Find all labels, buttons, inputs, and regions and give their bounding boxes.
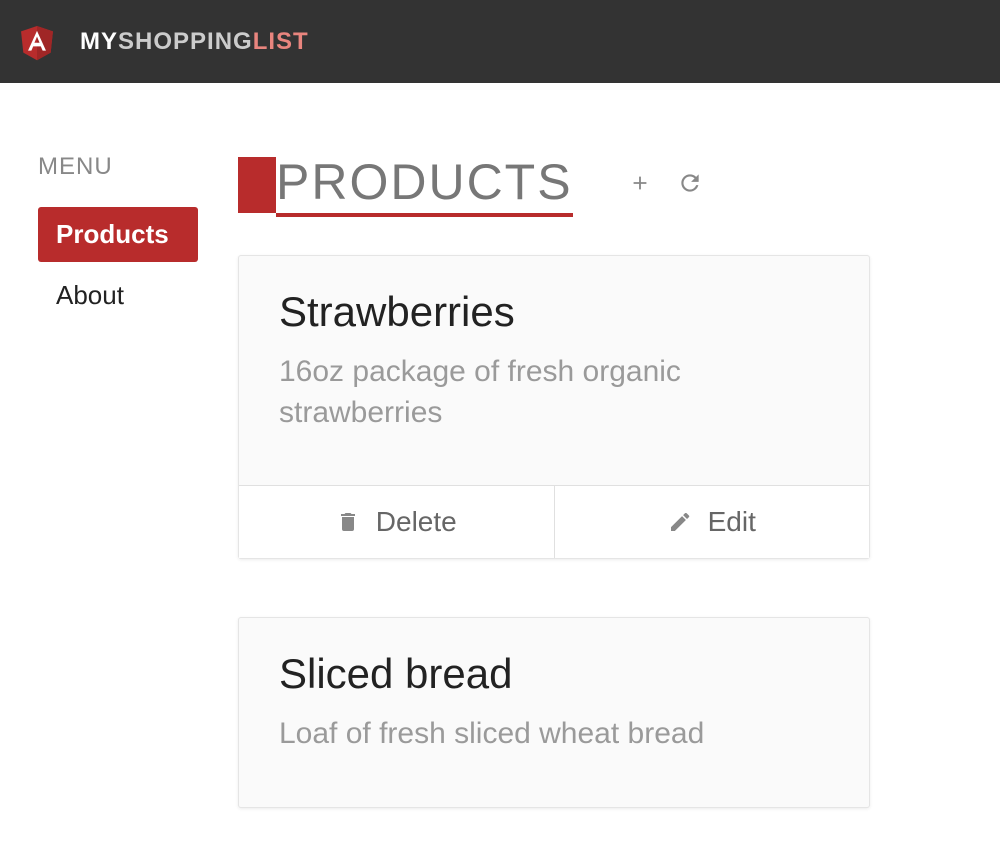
app-header: MYSHOPPINGLIST [0,0,1000,83]
main-content: PRODUCTS Strawberries 16oz packa [238,153,1000,866]
title-accent-bar [238,157,276,213]
app-title: MYSHOPPINGLIST [80,28,309,56]
product-card: Sliced bread Loaf of fresh sliced wheat … [238,617,870,808]
add-product-button[interactable] [629,172,651,199]
refresh-icon [677,170,703,201]
page-header: PRODUCTS [238,153,870,217]
card-body: Sliced bread Loaf of fresh sliced wheat … [239,618,869,807]
trash-icon [336,510,360,534]
sidebar-item-about[interactable]: About [38,268,198,323]
sidebar-item-products[interactable]: Products [38,207,198,262]
delete-label: Delete [376,506,457,538]
delete-button[interactable]: Delete [239,486,555,558]
title-part-list: LIST [253,28,309,55]
menu-label: MENU [38,153,238,181]
product-name: Sliced bread [279,650,829,698]
sidebar: MENU Products About [38,153,238,866]
title-part-my: MY [80,28,118,55]
page-title: PRODUCTS [276,153,573,217]
card-actions: Delete Edit [239,485,869,558]
angular-logo-icon [18,22,56,62]
plus-icon [629,172,651,199]
product-card: Strawberries 16oz package of fresh organ… [238,255,870,559]
card-body: Strawberries 16oz package of fresh organ… [239,256,869,485]
product-description: Loaf of fresh sliced wheat bread [279,714,829,755]
refresh-button[interactable] [677,170,703,201]
content: MENU Products About PRODUCTS [0,83,1000,866]
edit-label: Edit [708,506,756,538]
edit-icon [668,510,692,534]
title-part-shopping: SHOPPING [118,28,253,55]
product-name: Strawberries [279,288,829,336]
product-description: 16oz package of fresh organic strawberri… [279,352,829,433]
edit-button[interactable]: Edit [555,486,870,558]
